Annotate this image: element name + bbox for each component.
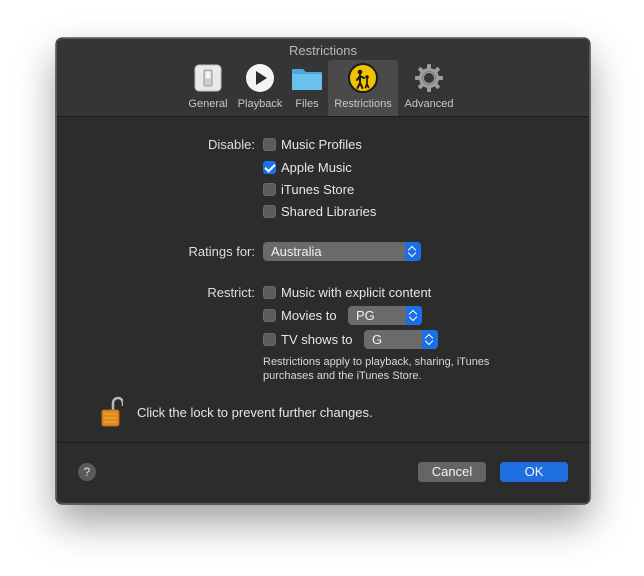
restrictions-window: Restrictions General Playback Files Rest…: [56, 38, 590, 504]
tab-label: Playback: [237, 98, 283, 110]
restrictions-note: Restrictions apply to playback, sharing,…: [263, 356, 490, 382]
tv-rating-popup[interactable]: G: [364, 330, 438, 349]
disable-label: Disable:: [208, 137, 255, 152]
cancel-button[interactable]: Cancel: [418, 462, 486, 482]
shared-libraries-checkbox[interactable]: [263, 205, 276, 218]
tab-restrictions[interactable]: Restrictions: [328, 60, 398, 116]
restrict-label: Restrict:: [207, 285, 255, 300]
chevron-updown-icon: [422, 330, 438, 349]
shared-libraries-label[interactable]: Shared Libraries: [281, 204, 376, 219]
tab-label: General: [188, 98, 228, 110]
tv-shows-checkbox[interactable]: [263, 333, 276, 346]
music-profiles-label[interactable]: Music Profiles: [281, 137, 362, 152]
explicit-content-checkbox[interactable]: [263, 286, 276, 299]
parental-controls-icon: [348, 63, 378, 98]
lock-icon[interactable]: [101, 396, 125, 428]
movies-rating-value: PG: [356, 308, 375, 323]
help-button[interactable]: ?: [78, 463, 96, 481]
play-icon: [245, 63, 275, 98]
tab-general[interactable]: General: [185, 60, 231, 116]
movies-rating-popup[interactable]: PG: [348, 306, 422, 325]
ok-button[interactable]: OK: [500, 462, 568, 482]
gear-icon: [414, 63, 444, 98]
ratings-country-value: Australia: [271, 244, 322, 259]
chevron-updown-icon: [406, 306, 422, 325]
tab-advanced[interactable]: Advanced: [401, 60, 457, 116]
tab-files[interactable]: Files: [288, 60, 326, 116]
ratings-for-label: Ratings for:: [188, 244, 255, 259]
folder-icon: [291, 63, 323, 98]
apple-music-checkbox[interactable]: [263, 161, 276, 174]
window-title: Restrictions: [289, 43, 357, 58]
itunes-store-label[interactable]: iTunes Store: [281, 182, 354, 197]
movies-label[interactable]: Movies to: [281, 308, 337, 323]
footer-divider: [57, 442, 589, 443]
tv-shows-label[interactable]: TV shows to: [281, 332, 353, 347]
tab-playback[interactable]: Playback: [234, 60, 286, 116]
ratings-country-popup[interactable]: Australia: [263, 242, 421, 261]
tab-label: Advanced: [404, 98, 454, 110]
lock-message: Click the lock to prevent further change…: [137, 405, 373, 420]
explicit-content-label[interactable]: Music with explicit content: [281, 285, 431, 300]
movies-checkbox[interactable]: [263, 309, 276, 322]
chevron-updown-icon: [405, 242, 421, 261]
music-profiles-checkbox[interactable]: [263, 138, 276, 151]
toolbar: Restrictions General Playback Files Rest…: [57, 39, 589, 117]
switch-icon: [193, 63, 223, 98]
tab-label: Restrictions: [334, 98, 392, 110]
tab-label: Files: [295, 98, 319, 110]
apple-music-label[interactable]: Apple Music: [281, 160, 352, 175]
itunes-store-checkbox[interactable]: [263, 183, 276, 196]
tv-rating-value: G: [372, 332, 383, 347]
